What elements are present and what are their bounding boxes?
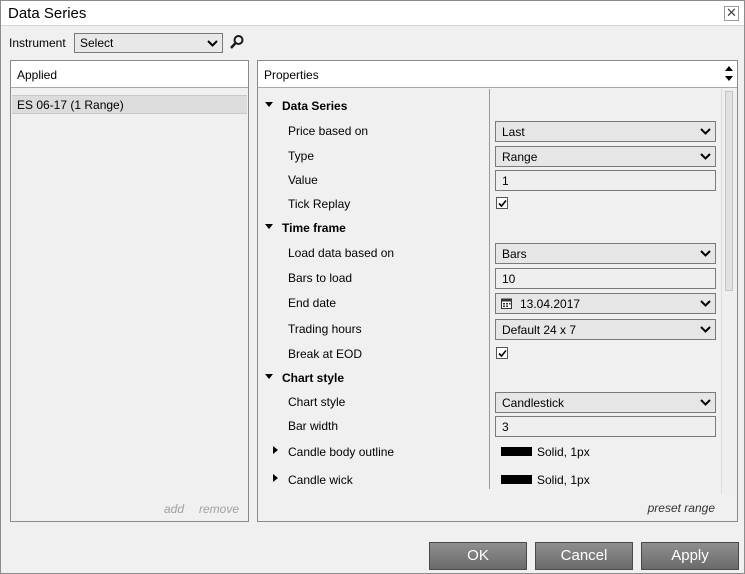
chevron-down-icon [700, 153, 711, 160]
stroke-value: Solid, 1px [537, 445, 590, 459]
value-input[interactable]: 1 [495, 170, 716, 191]
remove-link[interactable]: remove [199, 502, 239, 516]
close-icon[interactable]: ✕ [724, 6, 739, 21]
row-type: Type Range [258, 144, 720, 168]
stroke-color-swatch [501, 475, 532, 484]
chevron-down-icon [207, 40, 218, 47]
category-time-frame[interactable]: Time frame [258, 216, 720, 240]
collapse-icon [265, 102, 273, 107]
category-chart-style[interactable]: Chart style [258, 366, 720, 390]
apply-button[interactable]: Apply [641, 542, 739, 570]
instrument-select[interactable]: Select [74, 33, 223, 53]
property-label: Candle body outline [288, 445, 395, 459]
property-label: Value [288, 173, 318, 187]
properties-panel: Properties Data Series Price based on La… [257, 60, 738, 522]
title-bar: Data Series ✕ [1, 1, 744, 26]
select-value: Last [502, 125, 525, 139]
property-label: Break at EOD [288, 347, 363, 361]
row-candle-wick[interactable]: Candle wick Solid, 1px [258, 468, 720, 492]
select-value: Candlestick [502, 396, 565, 410]
search-icon[interactable] [229, 34, 245, 50]
property-label: End date [288, 296, 337, 310]
chevron-down-icon [700, 250, 711, 257]
row-chart-style: Chart style Candlestick [258, 390, 720, 414]
end-date-picker[interactable]: 13.04.2017 [495, 293, 716, 314]
applied-header: Applied [11, 61, 248, 88]
chevron-down-icon [700, 399, 711, 406]
stroke-color-swatch [501, 447, 532, 456]
type-select[interactable]: Range [495, 146, 716, 167]
row-value: Value 1 [258, 168, 720, 192]
property-label: Price based on [288, 124, 369, 138]
property-label: Load data based on [288, 246, 395, 260]
applied-panel: Applied ES 06-17 (1 Range) add remove [10, 60, 249, 522]
instrument-label: Instrument [9, 36, 66, 50]
cancel-button[interactable]: Cancel [535, 542, 633, 570]
property-label: Trading hours [288, 322, 362, 336]
add-link[interactable]: add [164, 502, 184, 516]
select-value: Range [502, 150, 538, 164]
break-at-eod-checkbox[interactable] [496, 347, 508, 359]
stroke-value: Solid, 1px [537, 473, 590, 487]
chevron-down-icon [700, 326, 711, 333]
scroll-up-icon[interactable] [724, 64, 734, 72]
vertical-scrollbar[interactable] [721, 89, 736, 494]
ok-button[interactable]: OK [429, 542, 527, 570]
trading-hours-select[interactable]: Default 24 x 7 [495, 319, 716, 340]
scroll-down-icon[interactable] [724, 75, 734, 83]
row-break-at-eod: Break at EOD [258, 342, 720, 366]
property-label: Candle wick [288, 473, 353, 487]
row-price-based-on: Price based on Last [258, 119, 720, 143]
row-end-date: End date 13.04.2017 [258, 291, 720, 315]
data-series-dialog: Data Series ✕ Instrument Select Applied … [0, 0, 745, 574]
collapse-icon [265, 224, 273, 229]
expand-icon[interactable] [273, 474, 278, 482]
bar-width-input[interactable]: 3 [495, 416, 716, 437]
properties-header: Properties [258, 61, 737, 88]
checkmark-icon [498, 349, 507, 358]
row-bars-to-load: Bars to load 10 [258, 266, 720, 290]
property-label: Bar width [288, 419, 339, 433]
preset-range-link[interactable]: preset range [648, 501, 715, 515]
window-title: Data Series [8, 5, 87, 22]
select-value: Default 24 x 7 [502, 323, 577, 337]
row-tick-replay: Tick Replay [258, 192, 720, 216]
chevron-down-icon [700, 300, 711, 307]
scrollbar-thumb[interactable] [725, 91, 733, 291]
tick-replay-checkbox[interactable] [496, 197, 508, 209]
end-date-value: 13.04.2017 [520, 297, 581, 311]
row-trading-hours: Trading hours Default 24 x 7 [258, 317, 720, 341]
load-data-select[interactable]: Bars [495, 243, 716, 264]
calendar-icon [501, 298, 512, 309]
checkmark-icon [498, 199, 507, 208]
property-label: Type [288, 149, 315, 163]
instrument-value: Select [80, 36, 114, 50]
row-load-data-based-on: Load data based on Bars [258, 241, 720, 265]
expand-icon[interactable] [273, 446, 278, 454]
row-bar-width: Bar width 3 [258, 414, 720, 438]
properties-header-label: Properties [264, 68, 319, 82]
property-label: Tick Replay [288, 197, 351, 211]
collapse-icon [265, 374, 273, 379]
select-value: Bars [502, 247, 527, 261]
price-based-on-select[interactable]: Last [495, 121, 716, 142]
chart-style-select[interactable]: Candlestick [495, 392, 716, 413]
property-label: Bars to load [288, 271, 353, 285]
applied-list-item[interactable]: ES 06-17 (1 Range) [12, 95, 247, 114]
category-label: Time frame [282, 221, 346, 235]
category-data-series[interactable]: Data Series [258, 94, 720, 118]
chevron-down-icon [700, 128, 711, 135]
category-label: Chart style [282, 371, 345, 385]
row-candle-body-outline[interactable]: Candle body outline Solid, 1px [258, 440, 720, 464]
bars-to-load-input[interactable]: 10 [495, 268, 716, 289]
category-label: Data Series [282, 99, 348, 113]
property-label: Chart style [288, 395, 346, 409]
